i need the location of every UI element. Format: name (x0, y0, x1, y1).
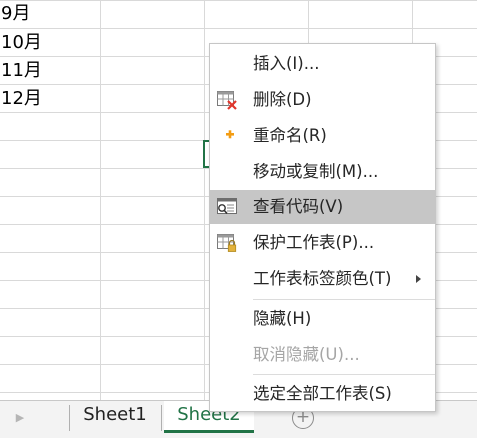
submenu-arrow-icon (416, 275, 421, 283)
menu-item-hide[interactable]: 隐藏(H) (210, 302, 435, 336)
menu-item-label: 移动或复制(M)... (253, 162, 379, 181)
tab-divider (69, 405, 70, 431)
menu-item-move-copy[interactable]: 移动或复制(M)... (210, 155, 435, 189)
delete-sheet-icon (216, 90, 238, 110)
tab-divider (161, 405, 162, 431)
tab-sheet1[interactable]: Sheet1 (72, 401, 158, 433)
menu-item-label: 工作表标签颜色(T) (253, 269, 392, 288)
menu-item-label: 保护工作表(P)... (253, 233, 375, 252)
menu-separator (253, 374, 435, 375)
menu-item-delete[interactable]: 删除(D) (210, 83, 435, 117)
menu-item-rename[interactable]: 重命名(R) (210, 119, 435, 153)
menu-item-label: 查看代码(V) (253, 197, 344, 216)
menu-item-view-code[interactable]: 查看代码(V) (210, 190, 435, 224)
menu-separator (253, 299, 435, 300)
menu-item-protect-sheet[interactable]: 保护工作表(P)... (210, 226, 435, 260)
cell-a4[interactable]: 12月 (1, 85, 42, 113)
sheet-context-menu: 插入(I)... 删除(D) 重命名(R) 移动或复制(M)... 查看代码(V… (209, 43, 436, 412)
cell-a1[interactable]: 9月 (1, 0, 30, 28)
menu-item-label: 选定全部工作表(S) (253, 384, 392, 403)
view-code-icon (216, 197, 238, 217)
menu-item-label: 插入(I)... (253, 54, 320, 73)
rename-icon (216, 126, 238, 146)
menu-item-label: 取消隐藏(U)... (253, 345, 360, 364)
protect-sheet-icon (216, 233, 238, 253)
menu-item-unhide: 取消隐藏(U)... (210, 338, 435, 372)
menu-item-tab-color[interactable]: 工作表标签颜色(T) (210, 262, 435, 296)
scroll-tabs-right-icon[interactable]: ▶ (14, 409, 26, 427)
menu-item-label: 删除(D) (253, 90, 312, 109)
menu-item-label: 隐藏(H) (253, 309, 312, 328)
menu-item-label: 重命名(R) (253, 126, 327, 145)
cell-a3[interactable]: 11月 (1, 57, 42, 85)
menu-item-select-all-sheets[interactable]: 选定全部工作表(S) (210, 377, 435, 411)
cell-a2[interactable]: 10月 (1, 29, 42, 57)
menu-item-insert[interactable]: 插入(I)... (210, 47, 435, 81)
